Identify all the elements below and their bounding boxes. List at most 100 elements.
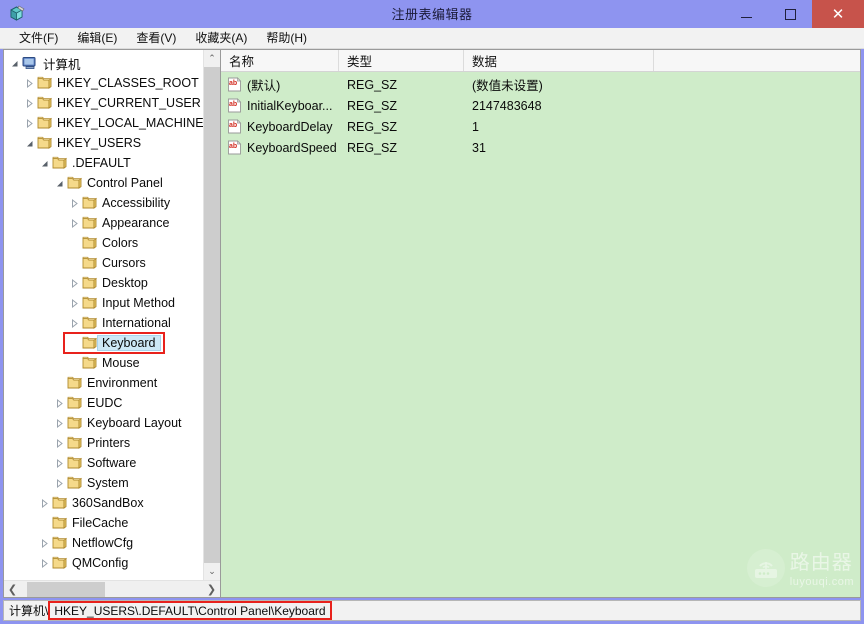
tree-item-360sandbox[interactable]: 360SandBox [4,493,203,513]
tree-item-label: HKEY_LOCAL_MACHINE [57,116,203,130]
chevron-right-icon[interactable] [38,553,51,573]
minimize-button[interactable] [724,0,768,28]
scroll-up-icon[interactable]: ⌃ [204,50,220,67]
chevron-right-icon[interactable] [38,533,51,553]
tree-item-keyboard-layout[interactable]: Keyboard Layout [4,413,203,433]
tree-item-input-method[interactable]: Input Method [4,293,203,313]
tree-item-environment[interactable]: Environment [4,373,203,393]
tree-item-hkey-local-machine[interactable]: HKEY_LOCAL_MACHINE [4,113,203,133]
chevron-right-icon[interactable] [23,73,36,93]
tree-item-desktop[interactable]: Desktop [4,273,203,293]
folder-icon [81,253,98,273]
tree-item-label: Environment [87,376,158,390]
chevron-right-icon[interactable] [68,213,81,233]
tree-item-label: Accessibility [102,196,171,210]
menu-view[interactable]: 查看(V) [128,28,184,48]
tree-item-label: Printers [87,436,131,450]
tree-item-label: 360SandBox [72,496,144,510]
tree-item-eudc[interactable]: EUDC [4,393,203,413]
tree-vertical-scrollbar[interactable]: ⌃ ⌄ [203,50,220,580]
tree-scrollport: 计算机 HKEY_CLASSES_ROOT HKEY_CURRENT_USER HKE… [4,50,220,580]
table-row[interactable]: ab KeyboardDelay REG_SZ 1 [221,116,860,137]
tree-item-qmconfig[interactable]: QMConfig [4,553,203,573]
main-content: 计算机 HKEY_CLASSES_ROOT HKEY_CURRENT_USER HKE… [0,49,864,598]
tree-item-label: Keyboard Layout [87,416,182,430]
chevron-right-icon[interactable] [53,393,66,413]
tree-item-label: HKEY_CLASSES_ROOT [57,76,199,90]
tree-item-netflowcfg[interactable]: NetflowCfg [4,533,203,553]
tree-item-mouse[interactable]: Mouse [4,353,203,373]
scroll-right-icon[interactable]: ❯ [203,583,220,596]
table-row[interactable]: ab KeyboardSpeed REG_SZ 31 [221,137,860,158]
menu-bar: 文件(F) 编辑(E) 查看(V) 收藏夹(A) 帮助(H) [0,28,864,49]
value-data-cell: 2147483648 [472,98,542,113]
chevron-right-icon[interactable] [68,273,81,293]
tree-item-software[interactable]: Software [4,453,203,473]
tree-item-colors[interactable]: Colors [4,233,203,253]
title-bar: 注册表编辑器 ✕ [0,0,864,28]
tree-item-label: Cursors [102,256,146,270]
scroll-down-icon[interactable]: ⌄ [204,563,220,580]
folder-icon [81,333,98,353]
chevron-right-icon[interactable] [68,313,81,333]
tree-item-appearance[interactable]: Appearance [4,213,203,233]
maximize-button[interactable] [768,0,812,28]
close-button[interactable]: ✕ [812,0,864,28]
chevron-right-icon[interactable] [53,473,66,493]
value-type-cell: REG_SZ [347,98,398,113]
chevron-right-icon[interactable] [38,493,51,513]
table-row[interactable]: ab (默认) REG_SZ (数值未设置) [221,74,860,95]
tree-item-hkey-users[interactable]: HKEY_USERS [4,133,203,153]
menu-edit[interactable]: 编辑(E) [69,28,125,48]
scroll-left-icon[interactable]: ❮ [4,583,21,596]
minimize-icon [740,16,752,18]
tree-item-label: HKEY_CURRENT_USER [57,96,201,110]
chevron-down-icon[interactable] [38,153,51,173]
column-header-name[interactable]: 名称 [221,50,339,71]
chevron-right-icon[interactable] [53,433,66,453]
string-value-icon: ab [227,140,242,155]
tree-vscroll-thumb[interactable] [204,67,220,563]
chevron-down-icon[interactable] [53,173,66,193]
tree-hscroll-thumb[interactable] [27,581,105,597]
chevron-right-icon[interactable] [23,113,36,133]
folder-icon [51,153,68,173]
table-row[interactable]: ab InitialKeyboar... REG_SZ 2147483648 [221,95,860,116]
tree-horizontal-scrollbar[interactable]: ❮ ❯ [4,580,220,597]
tree-item-label: System [87,476,129,490]
menu-file[interactable]: 文件(F) [11,28,66,48]
value-name-cell: ab (默认) [221,75,339,94]
tree-item-printers[interactable]: Printers [4,433,203,453]
tree-item-filecache[interactable]: FileCache [4,513,203,533]
chevron-right-icon[interactable] [53,453,66,473]
tree-item-selected-keyboard[interactable]: Keyboard [4,333,203,353]
menu-help[interactable]: 帮助(H) [258,28,315,48]
chevron-down-icon[interactable] [8,53,21,73]
tree-item-control-panel[interactable]: Control Panel [4,173,203,193]
chevron-right-icon[interactable] [68,293,81,313]
registry-tree[interactable]: 计算机 HKEY_CLASSES_ROOT HKEY_CURRENT_USER HKE… [4,50,203,580]
tree-item-accessibility[interactable]: Accessibility [4,193,203,213]
tree-item-system[interactable]: System [4,473,203,493]
tree-item-cursors[interactable]: Cursors [4,253,203,273]
chevron-right-icon[interactable] [53,413,66,433]
column-header-type[interactable]: 类型 [339,50,464,71]
folder-icon [36,113,53,133]
menu-favorites[interactable]: 收藏夹(A) [187,28,255,48]
tree-item-label: .DEFAULT [72,156,131,170]
chevron-right-icon[interactable] [68,193,81,213]
tree-item-hkey-classes-root[interactable]: HKEY_CLASSES_ROOT [4,73,203,93]
tree-item-computer[interactable]: 计算机 [4,53,203,73]
tree-item-international[interactable]: International [4,313,203,333]
tree-item-label: Software [87,456,137,470]
tree-item-default[interactable]: .DEFAULT [4,153,203,173]
svg-text:ab: ab [229,80,237,87]
column-header-data[interactable]: 数据 [464,50,654,71]
tree-item-hkey-current-user[interactable]: HKEY_CURRENT_USER [4,93,203,113]
chevron-right-icon[interactable] [23,93,36,113]
value-name-label: KeyboardSpeed [247,140,337,155]
folder-icon [66,453,83,473]
folder-icon [81,213,98,233]
chevron-down-icon[interactable] [23,133,36,153]
